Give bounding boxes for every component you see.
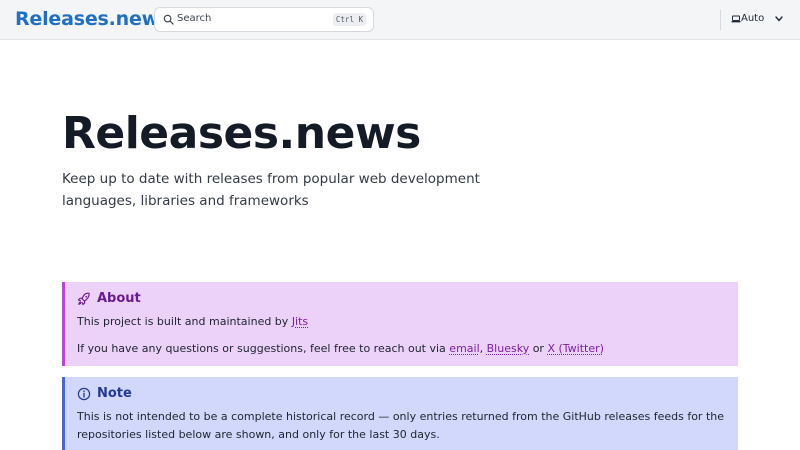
theme-select-value: Auto	[741, 13, 765, 24]
bluesky-link[interactable]: Bluesky	[487, 342, 530, 355]
about-line1-prefix: This project is built and maintained by	[77, 315, 292, 328]
search-shortcut-hint: Ctrl K	[332, 13, 366, 26]
rocket-icon	[77, 292, 90, 306]
search-placeholder: Search	[177, 13, 212, 24]
info-icon	[77, 387, 91, 401]
about-maintainer-text: This project is built and maintained by …	[77, 313, 726, 331]
about-line2-prefix: If you have any questions or suggestions…	[77, 342, 450, 355]
about-contact-text: If you have any questions or suggestions…	[77, 340, 726, 358]
note-text: This is not intended to be a complete hi…	[77, 410, 724, 441]
header-divider	[720, 10, 721, 30]
email-link[interactable]: email	[449, 342, 479, 355]
search-icon	[163, 14, 174, 25]
search-button[interactable]: Search Ctrl K	[154, 7, 374, 32]
note-callout-header: Note	[77, 385, 726, 405]
chevron-down-icon[interactable]	[775, 16, 783, 22]
about-callout: About This project is built and maintain…	[62, 282, 738, 366]
about-separator-or: or	[529, 342, 548, 355]
page-title: Releases.news	[62, 108, 421, 159]
site-logo-link[interactable]: Releases.news	[15, 8, 170, 30]
about-callout-title: About	[97, 291, 141, 306]
x-twitter-link[interactable]: X (Twitter)	[547, 342, 603, 355]
about-separator-comma: ,	[479, 342, 487, 355]
laptop-icon	[731, 15, 741, 23]
note-callout: Note This is not intended to be a comple…	[62, 377, 738, 450]
note-callout-title: Note	[97, 386, 132, 401]
about-callout-header: About	[77, 290, 726, 310]
author-link[interactable]: Jits	[292, 315, 308, 328]
page-subtitle: Keep up to date with releases from popul…	[62, 171, 480, 209]
top-bar: Releases.news Search Ctrl K Auto	[0, 0, 800, 40]
